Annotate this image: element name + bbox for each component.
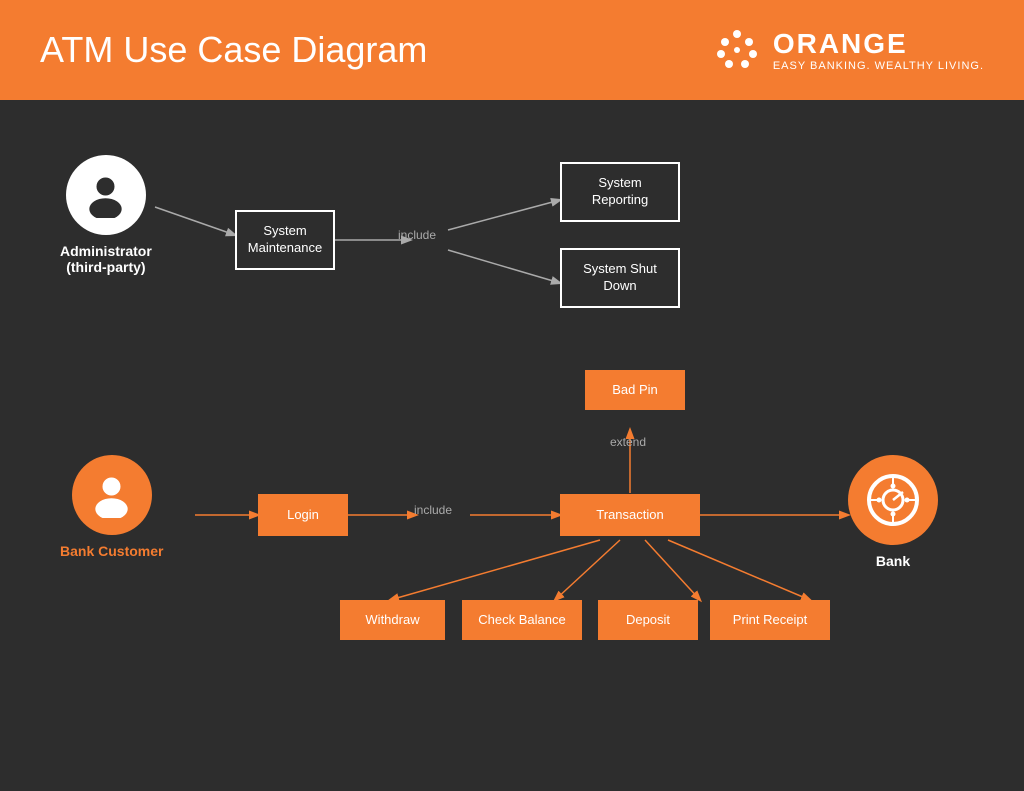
- bank-icon: [865, 472, 921, 528]
- bank-customer-circle: [72, 455, 152, 535]
- bank-circle: [848, 455, 938, 545]
- bank-customer-label: Bank Customer: [60, 543, 163, 559]
- login-box: Login: [258, 494, 348, 536]
- include-label-1: include: [398, 228, 436, 242]
- withdraw-box: Withdraw: [340, 600, 445, 640]
- transaction-box: Transaction: [560, 494, 700, 536]
- logo-icon: [713, 26, 761, 74]
- logo-area: ORANGE EASY BANKING. WEALTHY LIVING.: [713, 26, 984, 74]
- system-shut-down-box: System Shut Down: [560, 248, 680, 308]
- deposit-box: Deposit: [598, 600, 698, 640]
- administrator-icon: [83, 173, 128, 218]
- arrows-overlay: [0, 100, 1024, 791]
- page-title: ATM Use Case Diagram: [40, 29, 427, 71]
- extend-label: extend: [610, 435, 646, 449]
- header: ATM Use Case Diagram ORANGE EASY BANKING…: [0, 0, 1024, 100]
- include-label-2: include: [414, 503, 452, 517]
- bank-customer-actor: Bank Customer: [60, 455, 163, 559]
- diagram-area: Administrator (third-party) System Maint…: [0, 100, 1024, 791]
- bad-pin-box: Bad Pin: [585, 370, 685, 410]
- system-maintenance-box: System Maintenance: [235, 210, 335, 270]
- administrator-label: Administrator (third-party): [60, 243, 152, 275]
- system-reporting-box: System Reporting: [560, 162, 680, 222]
- logo-text: ORANGE EASY BANKING. WEALTHY LIVING.: [773, 28, 984, 72]
- administrator-actor: Administrator (third-party): [60, 155, 152, 275]
- bank-customer-icon: [89, 473, 134, 518]
- print-receipt-box: Print Receipt: [710, 600, 830, 640]
- bank-actor: Bank: [848, 455, 938, 569]
- bank-label: Bank: [876, 553, 910, 569]
- logo-name: ORANGE: [773, 28, 984, 60]
- check-balance-box: Check Balance: [462, 600, 582, 640]
- logo-tagline: EASY BANKING. WEALTHY LIVING.: [773, 60, 984, 72]
- administrator-circle: [66, 155, 146, 235]
